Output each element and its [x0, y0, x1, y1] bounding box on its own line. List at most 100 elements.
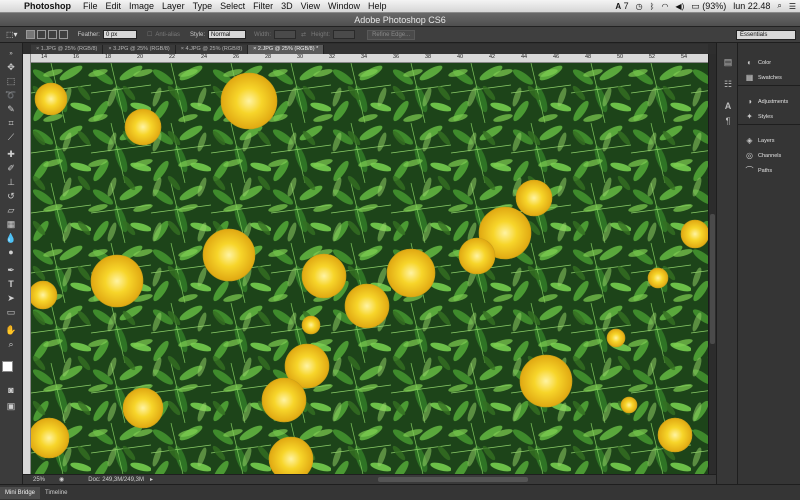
- antialias-checkbox[interactable]: ☐: [147, 31, 152, 38]
- panel-layers[interactable]: ◈ Layers: [738, 133, 800, 148]
- vertical-scrollbar[interactable]: [708, 54, 716, 474]
- menu-help[interactable]: Help: [364, 1, 391, 11]
- horizontal-scroll-thumb[interactable]: [378, 477, 528, 482]
- menu-select[interactable]: Select: [216, 1, 249, 11]
- rectangle-tool-icon[interactable]: ▭: [3, 305, 19, 319]
- paragraph-panel-icon[interactable]: ¶: [722, 116, 734, 127]
- crop-tool-icon[interactable]: ⌗: [3, 116, 19, 130]
- width-input[interactable]: [274, 30, 297, 39]
- path-selection-tool-icon[interactable]: ➤: [3, 291, 19, 305]
- ruler-tick: 54: [681, 54, 688, 60]
- right-panel-dock: ◐ Color ▦ Swatches ◑ Adjustments ✦ Styles ◈ L…: [738, 43, 800, 484]
- status-menu-arrow-icon[interactable]: ▸: [150, 476, 153, 483]
- options-bar: ⬚▾ Feather: 0 px ☐ Anti-alias Style: Nor…: [0, 27, 800, 43]
- refine-edge-button[interactable]: Refine Edge...: [367, 29, 416, 40]
- lasso-tool-icon[interactable]: ➰: [3, 88, 19, 102]
- status-menus: A 7 ◷ ᛒ ◠ ◀) ▭ (93%) lun 22.48 ⌕ ☰: [615, 0, 796, 12]
- ruler-tick: 42: [489, 54, 496, 60]
- ruler-tick: 24: [201, 54, 208, 60]
- move-tool-icon[interactable]: ✥: [3, 60, 19, 74]
- quick-mask-icon[interactable]: ◙: [3, 383, 19, 397]
- menu-filter[interactable]: Filter: [249, 1, 277, 11]
- blur-tool-icon[interactable]: 💧: [3, 231, 19, 245]
- status-bar: 25% ◉ Doc: 249,3M/249,3M ▸: [23, 474, 716, 484]
- zoom-tool-icon[interactable]: ⌕: [3, 337, 19, 351]
- properties-panel-icon[interactable]: ☷: [722, 79, 734, 90]
- panel-styles[interactable]: ✦ Styles: [738, 109, 800, 124]
- tools-panel: » ✥ ⬚ ➰ ✎ ⌗ ⟋ ✚ ✐ ⊥ ↺ ▱ ▦ 💧 ● ✒ T ➤ ▭ ✋ …: [0, 43, 23, 484]
- panel-channels[interactable]: ◎ Channels: [738, 148, 800, 163]
- ruler-tick: 14: [41, 54, 48, 60]
- swap-dimensions-icon[interactable]: ⇄: [301, 31, 306, 38]
- menu-image[interactable]: Image: [125, 1, 158, 11]
- tab-4-jpg[interactable]: × 4.JPG @ 25% (RGB/8): [175, 45, 249, 54]
- healing-brush-tool-icon[interactable]: ✚: [3, 147, 19, 161]
- horizontal-ruler: 14 16 18 20 22 24 26 28 30 32 34 36 38 4…: [31, 54, 708, 63]
- vertical-ruler: [23, 54, 31, 474]
- menu-window[interactable]: Window: [324, 1, 364, 11]
- volume-icon[interactable]: ◀): [675, 2, 684, 11]
- adobe-status-icon[interactable]: A 7: [615, 1, 628, 11]
- menu-3d[interactable]: 3D: [277, 1, 297, 11]
- zoom-level[interactable]: 25%: [23, 477, 45, 483]
- menu-view[interactable]: View: [297, 1, 324, 11]
- type-tool-icon[interactable]: T: [3, 277, 19, 291]
- clock-app-icon[interactable]: ◷: [636, 2, 643, 11]
- tab-2-jpg[interactable]: × 2.JPG @ 25% (RGB/8) *: [248, 45, 325, 54]
- quick-selection-tool-icon[interactable]: ✎: [3, 102, 19, 116]
- bluetooth-icon[interactable]: ᛒ: [650, 2, 655, 11]
- hand-tool-icon[interactable]: ✋: [3, 323, 19, 337]
- foreground-color-swatch[interactable]: [2, 361, 13, 372]
- panel-color[interactable]: ◐ Color: [738, 55, 800, 70]
- panel-adjustments[interactable]: ◑ Adjustments: [738, 94, 800, 109]
- add-to-selection-icon[interactable]: [36, 30, 46, 39]
- marquee-tool-preset-icon[interactable]: ⬚▾: [0, 30, 26, 39]
- photo-buttercups: [31, 63, 708, 474]
- menu-layer[interactable]: Layer: [158, 1, 189, 11]
- pen-tool-icon[interactable]: ✒: [3, 263, 19, 277]
- feather-input[interactable]: 0 px: [102, 30, 137, 39]
- menu-app-name[interactable]: Photoshop: [22, 1, 79, 11]
- style-select[interactable]: Normal: [208, 30, 247, 39]
- document-canvas[interactable]: [31, 63, 708, 474]
- clock-text[interactable]: lun 22.48: [733, 1, 770, 11]
- screen-mode-icon[interactable]: ▣: [3, 399, 19, 413]
- new-selection-icon[interactable]: [25, 30, 35, 39]
- character-panel-icon[interactable]: A: [722, 101, 734, 112]
- panel-group-layers: ◈ Layers ◎ Channels ⌒ Paths: [738, 133, 800, 178]
- intersect-selection-icon[interactable]: [58, 30, 68, 39]
- menu-file[interactable]: File: [79, 1, 102, 11]
- wifi-icon[interactable]: ◠: [661, 2, 668, 11]
- eyedropper-tool-icon[interactable]: ⟋: [3, 130, 19, 144]
- tab-timeline[interactable]: Timeline: [40, 487, 72, 499]
- tab-mini-bridge[interactable]: Mini Bridge: [0, 486, 41, 499]
- vertical-scroll-thumb[interactable]: [710, 214, 715, 344]
- brush-tool-icon[interactable]: ✐: [3, 161, 19, 175]
- subtract-from-selection-icon[interactable]: [47, 30, 57, 39]
- workspace-select[interactable]: Essentials: [736, 30, 796, 40]
- spotlight-search-icon[interactable]: ⌕: [777, 1, 781, 11]
- battery-icon: ▭: [691, 0, 700, 11]
- panel-swatches[interactable]: ▦ Swatches: [738, 70, 800, 85]
- gradient-tool-icon[interactable]: ▦: [3, 217, 19, 231]
- history-brush-tool-icon[interactable]: ↺: [3, 189, 19, 203]
- tab-3-jpg[interactable]: × 3.JPG @ 25% (RGB/8): [103, 45, 176, 54]
- tab-1-jpg[interactable]: × 1.JPG @ 25% (RGB/8): [31, 45, 104, 54]
- menu-type[interactable]: Type: [189, 1, 217, 11]
- height-input[interactable]: [333, 30, 356, 39]
- color-wheel-icon: ◐: [747, 58, 752, 67]
- eraser-tool-icon[interactable]: ▱: [3, 203, 19, 217]
- ruler-tick: 26: [233, 54, 240, 60]
- panel-paths[interactable]: ⌒ Paths: [738, 163, 800, 178]
- menu-edit[interactable]: Edit: [102, 1, 126, 11]
- battery-status[interactable]: ▭ (93%): [691, 1, 726, 12]
- ruler-tick: 50: [617, 54, 624, 60]
- rectangular-marquee-tool-icon[interactable]: ⬚: [3, 74, 19, 88]
- history-panel-icon[interactable]: ▤: [722, 57, 734, 68]
- ruler-tick: 32: [329, 54, 336, 60]
- dodge-tool-icon[interactable]: ●: [3, 245, 19, 259]
- notification-center-icon[interactable]: ☰: [789, 2, 796, 11]
- layers-icon: ◈: [746, 136, 753, 145]
- panel-collapse-icon[interactable]: »: [3, 47, 19, 61]
- clone-stamp-tool-icon[interactable]: ⊥: [3, 175, 19, 189]
